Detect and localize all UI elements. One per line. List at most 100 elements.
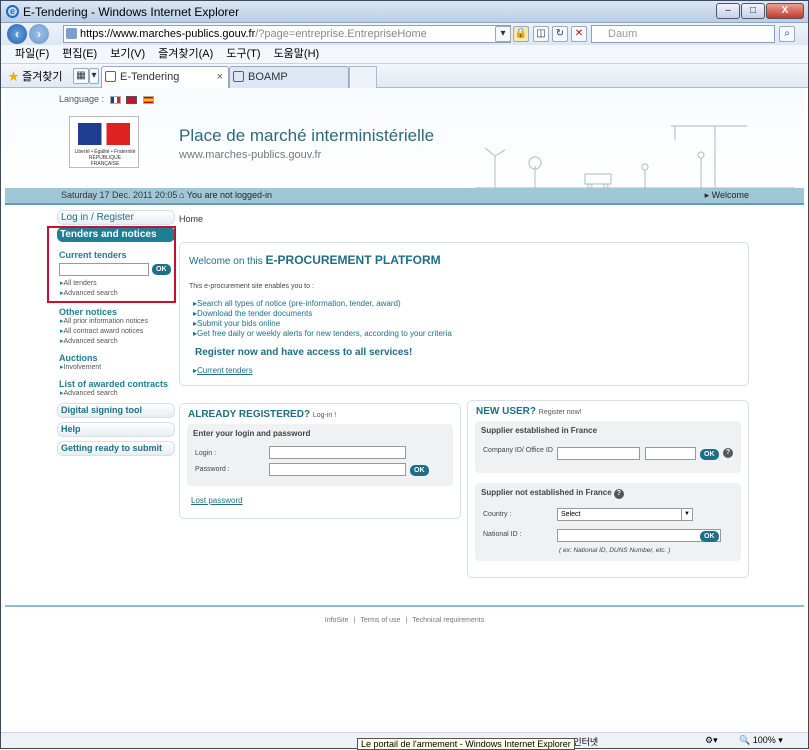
login-box: Enter your login and password Login : Pa… [187,424,453,486]
other-advanced-search-link[interactable]: Advanced search [57,337,175,347]
tab-boamp[interactable]: BOAMP [229,66,349,88]
company-id-label: Company ID/ Office ID [483,447,553,454]
national-id-input[interactable] [557,529,721,542]
refresh-icon[interactable]: ↻ [552,26,568,42]
login-ok-button[interactable]: OK [410,465,429,476]
language-label: Language : [59,94,105,104]
award-notices-link[interactable]: All contract award notices [57,327,175,337]
page-icon [66,28,77,39]
stop-icon[interactable]: ✕ [571,26,587,42]
login-register-link[interactable]: Log in / Register [57,210,175,225]
quick-tabs-icon[interactable]: ▦ [73,68,89,84]
address-bar[interactable]: https://www.marches-publics.gouv.fr/?pag… [63,25,511,43]
welcome-title-prefix: Welcome on this [189,256,263,267]
help-link[interactable]: Help [57,422,175,437]
help-icon[interactable]: ? [613,489,624,499]
favorites-button[interactable]: ★ 즐겨찾기 [8,68,63,84]
national-ok-button[interactable]: OK [700,531,719,542]
search-icon[interactable]: ⌕ [779,26,795,42]
url-host: https://www.marches-publics.gouv.fr [80,28,256,40]
menu-favorites[interactable]: 즐겨찾기(A) [158,45,213,63]
breadcrumb: Home [179,214,204,224]
digital-signing-link[interactable]: Digital signing tool [57,403,175,418]
flag-gb-icon[interactable] [126,95,138,104]
favorites-label: 즐겨찾기 [22,71,63,83]
tab-list-icon[interactable]: ▾ [89,68,99,84]
menu-help[interactable]: 도움말(H) [274,45,320,63]
company-id-input[interactable] [557,447,640,460]
dropdown-icon[interactable]: ▾ [495,26,511,42]
prior-info-link[interactable]: All prior information notices [57,317,175,327]
getting-ready-link[interactable]: Getting ready to submit [57,441,175,456]
lost-password-link[interactable]: Lost password [191,496,243,505]
home-icon: ⌂ [179,190,187,200]
lock-icon[interactable]: 🔒 [513,26,529,42]
office-id-input[interactable] [645,447,696,460]
terms-link[interactable]: Terms of use [360,617,400,624]
foreign-supplier-title-text: Supplier not established in France [481,488,612,497]
forward-button[interactable]: › [29,24,49,44]
welcome-link[interactable]: ▸ Welcome [705,190,749,201]
skyline-decoration [475,125,795,188]
current-tenders-link[interactable]: Current tenders [193,366,253,375]
awarded-contracts-heading[interactable]: List of awarded contracts [57,379,175,389]
flag-es-icon[interactable] [142,95,154,104]
chevron-down-icon: ▼ [681,509,692,520]
ie-logo-icon: e [6,5,19,18]
feature-item: Submit your bids online [193,319,280,328]
help-icon[interactable]: ? [723,448,733,458]
password-input[interactable] [269,463,406,476]
site-url: www.marches-publics.gouv.fr [179,149,322,161]
other-notices-heading[interactable]: Other notices [57,307,175,317]
infosite-link[interactable]: InfoSite [325,617,349,624]
close-tab-icon[interactable]: × [217,67,223,87]
awarded-advanced-search-link[interactable]: Advanced search [57,389,175,399]
login-input[interactable] [269,446,406,459]
tech-req-link[interactable]: Technical requirements [412,617,484,624]
involvement-link[interactable]: Involvement [57,363,175,373]
status-strip: Saturday 17 Dec. 2011 20:05 ⌂ You are no… [5,188,804,205]
tab-ie-icon [233,71,244,82]
france-supplier-title: Supplier established in France [481,426,598,435]
new-user-panel: NEW USER? Register now! Supplier establi… [467,400,749,578]
national-id-label: National ID : [483,531,522,538]
company-ok-button[interactable]: OK [700,449,719,460]
browser-window: e E-Tendering - Windows Internet Explore… [0,0,809,750]
flag-fr-icon[interactable] [109,95,121,104]
country-label: Country : [483,511,512,518]
country-select[interactable]: Select ▼ [557,508,693,521]
menu-edit[interactable]: 편집(E) [62,45,97,63]
new-tab-button[interactable] [349,66,377,88]
new-user-sub: Register now! [538,409,582,416]
back-button[interactable]: ‹ [7,24,27,44]
protected-mode-icon[interactable]: ⚙▾ [705,735,718,746]
republique-logo[interactable]: Liberté • Égalité • Fraternité RÉPUBLIQU… [69,116,139,168]
tab-e-tendering[interactable]: E-Tendering × [101,66,229,88]
login-status-text: You are not logged-in [186,190,273,200]
compat-icon[interactable]: ◫ [533,26,549,42]
tab-page-icon [105,71,116,82]
zoom-control[interactable]: 🔍 100% ▾ [739,735,783,746]
welcome-intro: This e-procurement site enables you to : [189,283,314,290]
zone-text: 인터넷 [573,737,599,747]
minimize-button[interactable]: – [716,3,740,19]
taskbar-tooltip: Le portail de l'armement - Windows Inter… [357,738,575,750]
search-input[interactable]: Daum [591,25,775,43]
new-user-title-text: NEW USER? [476,406,536,417]
zoom-level: 100% [752,735,776,745]
favorites-bar: ★ 즐겨찾기 ▦ ▾ E-Tendering × BOAMP [1,64,808,88]
already-title: ALREADY REGISTERED? Log-in ! [188,409,336,420]
menu-tools[interactable]: 도구(T) [226,45,260,63]
welcome-panel: Welcome on this E-PROCUREMENT PLATFORM T… [179,242,749,386]
maximize-button[interactable]: □ [741,3,765,19]
language-selector: Language : [59,94,154,104]
welcome-title-strong: E-PROCUREMENT PLATFORM [265,253,441,267]
logo-text: Liberté • Égalité • Fraternité RÉPUBLIQU… [74,149,136,167]
feature-item: Search all types of notice (pre-informat… [193,299,401,308]
close-window-button[interactable]: X [766,3,804,19]
menu-file[interactable]: 파일(F) [15,45,49,63]
highlight-box [47,226,176,303]
already-sub: Log-in ! [312,412,337,419]
auctions-heading[interactable]: Auctions [57,353,175,363]
menu-view[interactable]: 보기(V) [110,45,145,63]
